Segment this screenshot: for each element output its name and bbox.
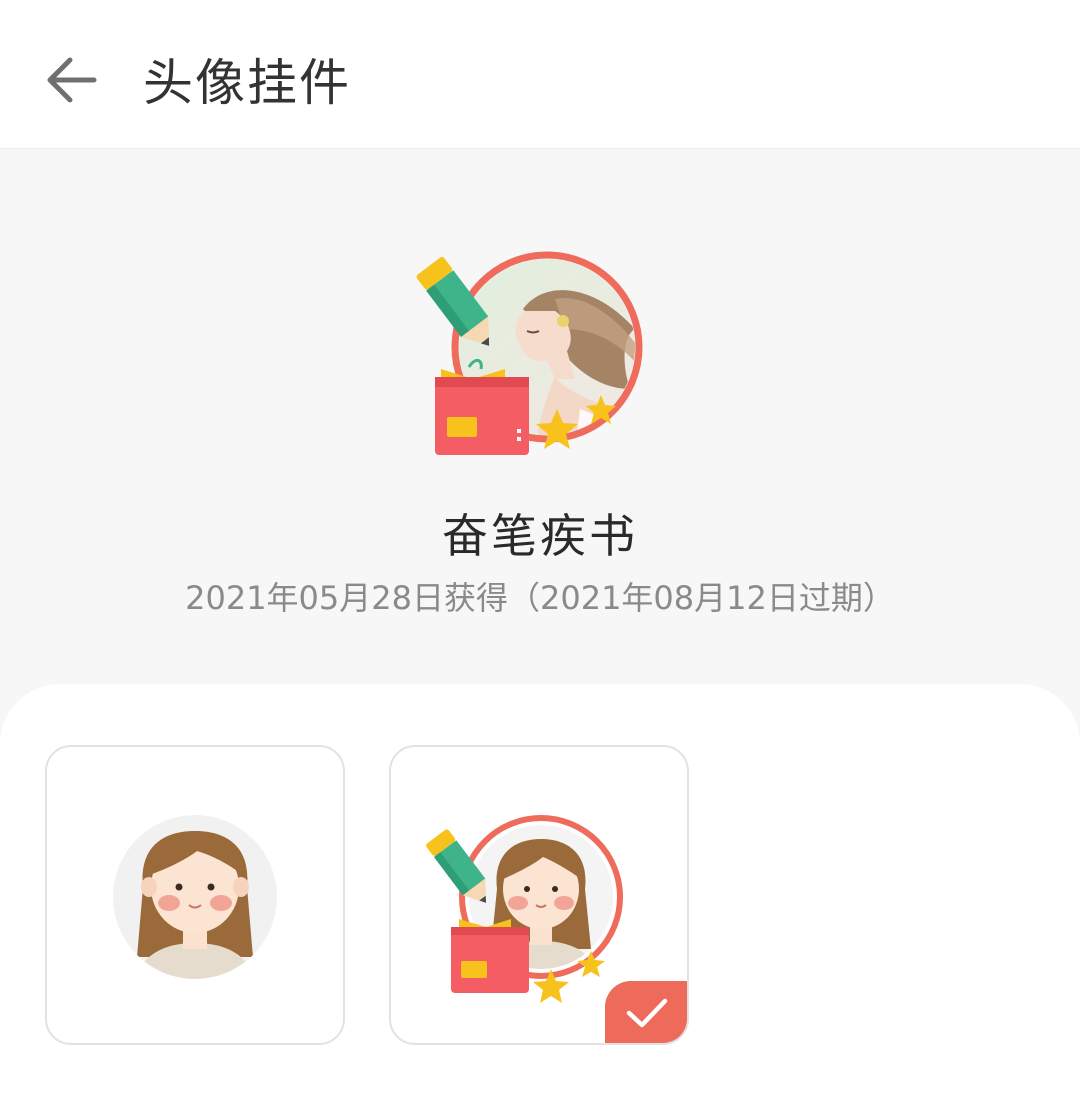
pendant-validity-dates: 2021年05月28日获得（2021年08月12日过期） (185, 579, 895, 617)
pendant-avatar-preview (416, 251, 643, 455)
back-button[interactable] (30, 44, 110, 116)
pendant-option-none[interactable] (45, 745, 345, 1045)
pendant-selection-panel (0, 684, 1080, 1104)
checkmark-icon (626, 998, 668, 1028)
top-app-bar: 头像挂件 (0, 0, 1080, 149)
page-title: 头像挂件 (143, 54, 351, 112)
selected-badge (605, 981, 687, 1043)
pendant-name: 奋笔疾书 (442, 509, 638, 563)
default-avatar-icon (113, 815, 277, 979)
pendant-option-fenbi-jishu[interactable] (389, 745, 689, 1045)
current-pendant-preview: 奋笔疾书 2021年05月28日获得（2021年08月12日过期） (0, 149, 1080, 684)
arrow-left-icon (47, 57, 97, 103)
